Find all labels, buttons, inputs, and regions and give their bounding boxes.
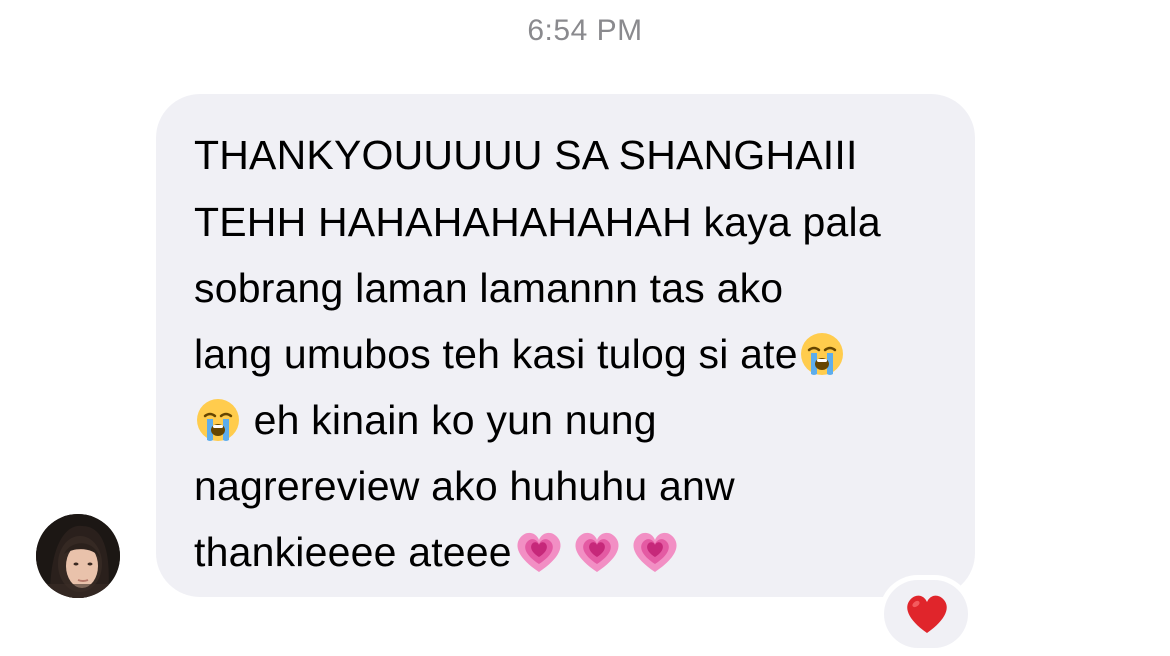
message-bubble[interactable]: THANKYOUUUUU SA SHANGHAIII TEHH HAHAHAHA… xyxy=(156,94,975,597)
message-line: THANKYOUUUUU SA SHANGHAIII xyxy=(194,132,858,178)
growing-heart-emoji xyxy=(512,528,561,576)
message-reaction[interactable] xyxy=(884,580,968,648)
message-line: sobrang laman lamannn tas ako xyxy=(194,265,784,311)
message-timestamp: 6:54 PM xyxy=(527,14,643,47)
sender-avatar[interactable] xyxy=(36,514,120,598)
message-line: thankieeee ateee xyxy=(194,528,677,576)
loudly-crying-face-emoji xyxy=(194,396,242,444)
growing-heart-emoji xyxy=(570,528,619,576)
message-line: eh kinain ko yun nung xyxy=(194,396,657,444)
red-heart-icon xyxy=(907,595,947,633)
growing-heart-emoji xyxy=(628,528,677,576)
message-line: nagrereview ako huhuhu anw xyxy=(194,463,735,509)
message-line: lang umubos teh kasi tulog si ate xyxy=(194,330,846,378)
message-line: TEHH HAHAHAHAHAHAH kaya pala xyxy=(194,199,881,245)
loudly-crying-face-emoji xyxy=(798,330,846,378)
